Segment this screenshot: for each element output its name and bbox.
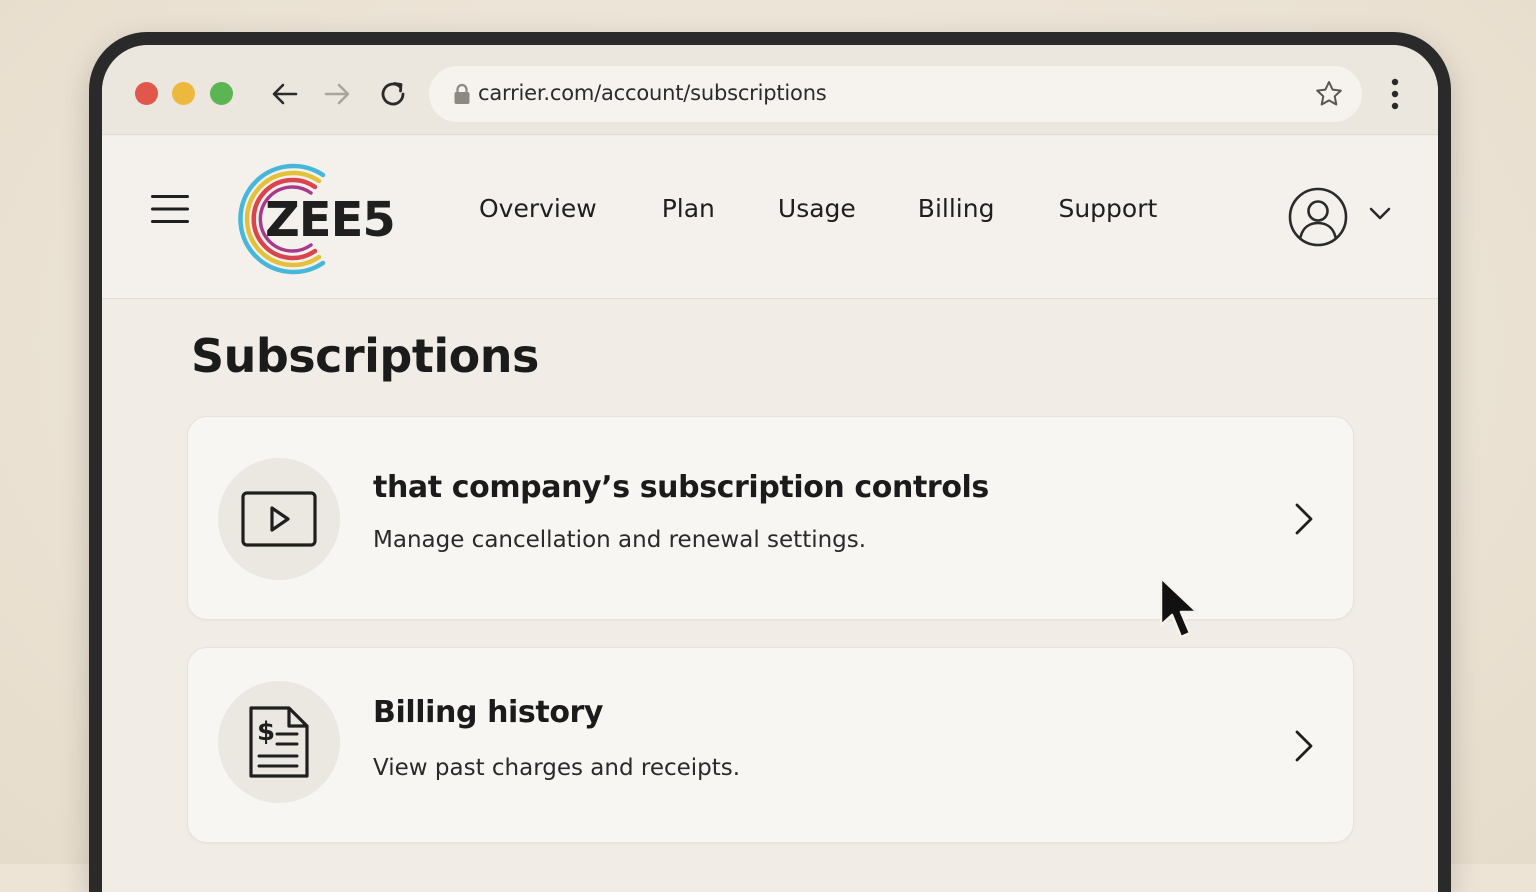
chevron-right-icon bbox=[1295, 503, 1313, 535]
video-play-icon bbox=[241, 491, 317, 547]
zee5-logo[interactable]: ZEE5 bbox=[235, 161, 396, 277]
site-header: ZEE5 Overview Plan Usage Billing Support bbox=[102, 136, 1438, 299]
nav-item-billing[interactable]: Billing bbox=[918, 194, 995, 223]
card-description: View past charges and receipts. bbox=[373, 755, 741, 781]
nav-item-plan[interactable]: Plan bbox=[662, 194, 715, 223]
page-title: Subscriptions bbox=[191, 329, 539, 383]
browser-toolbar: carrier.com/account/subscriptions bbox=[102, 45, 1438, 135]
hamburger-menu-icon[interactable] bbox=[151, 194, 189, 224]
nav-item-overview[interactable]: Overview bbox=[479, 194, 597, 223]
nav-item-support[interactable]: Support bbox=[1058, 194, 1157, 223]
receipt-dollar-icon: $ bbox=[249, 706, 309, 778]
back-button[interactable] bbox=[267, 76, 303, 112]
svg-text:$: $ bbox=[257, 717, 275, 747]
chevron-down-icon[interactable] bbox=[1368, 206, 1392, 222]
billing-history-card[interactable]: $ Billing history View past charges and … bbox=[187, 647, 1354, 843]
logo-text: ZEE5 bbox=[265, 192, 396, 248]
arrow-left-icon bbox=[272, 83, 298, 105]
card-title: that company’s subscription controls bbox=[373, 470, 989, 505]
window-maximize-button[interactable] bbox=[210, 82, 233, 105]
device-frame: carrier.com/account/subscriptions ZEE5 O… bbox=[89, 32, 1451, 892]
lock-icon bbox=[454, 83, 470, 104]
reload-button[interactable] bbox=[375, 76, 411, 112]
window-close-button[interactable] bbox=[135, 82, 158, 105]
card-icon-circle bbox=[218, 458, 340, 580]
chevron-right-icon bbox=[1295, 730, 1313, 762]
card-icon-circle: $ bbox=[218, 681, 340, 803]
browser-menu-icon[interactable] bbox=[1385, 77, 1405, 111]
main-nav: Overview Plan Usage Billing Support bbox=[479, 194, 1157, 223]
subscription-controls-card[interactable]: that company’s subscription controls Man… bbox=[187, 416, 1354, 620]
bookmark-star-icon[interactable] bbox=[1314, 79, 1344, 109]
url-text[interactable]: carrier.com/account/subscriptions bbox=[478, 81, 827, 105]
card-title: Billing history bbox=[373, 695, 604, 730]
nav-item-usage[interactable]: Usage bbox=[778, 194, 856, 223]
forward-button[interactable] bbox=[319, 76, 355, 112]
reload-icon bbox=[381, 82, 405, 106]
address-bar[interactable]: carrier.com/account/subscriptions bbox=[429, 66, 1362, 122]
card-description: Manage cancellation and renewal settings… bbox=[373, 527, 867, 553]
browser-window: carrier.com/account/subscriptions ZEE5 O… bbox=[102, 45, 1438, 892]
window-minimize-button[interactable] bbox=[172, 82, 195, 105]
arrow-right-icon bbox=[324, 83, 350, 105]
user-avatar-icon[interactable] bbox=[1288, 187, 1348, 247]
